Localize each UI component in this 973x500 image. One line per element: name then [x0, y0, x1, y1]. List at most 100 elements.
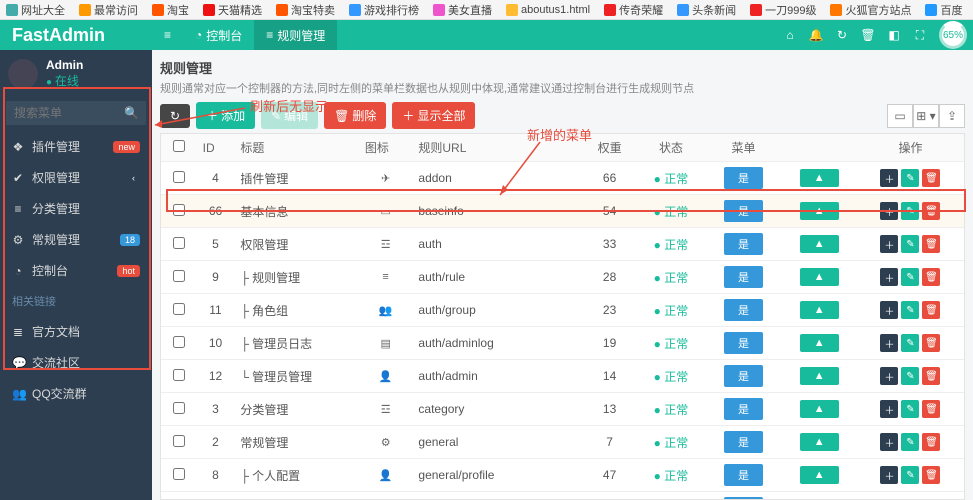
expand-button[interactable]: ＋ [880, 235, 898, 253]
cell-menu[interactable]: 是 [706, 327, 782, 360]
sidebar-item[interactable]: ≡分类管理 [0, 193, 152, 224]
checkbox-all[interactable] [173, 140, 185, 152]
col-header[interactable]: 菜单 [706, 134, 782, 162]
view-card-icon[interactable]: ▭ [887, 104, 913, 128]
cell-menu[interactable]: 是 [706, 492, 782, 500]
bookmark-item[interactable]: 一刀999级 [750, 2, 816, 18]
sidebar-link[interactable]: 👥QQ交流群 [0, 378, 152, 409]
expand-button[interactable]: ＋ [880, 202, 898, 220]
cell-menu[interactable]: 是 [706, 162, 782, 195]
col-header[interactable]: ID [197, 134, 235, 162]
edit-row-button[interactable]: ✎ [901, 367, 919, 385]
cell-menu[interactable]: 是 [706, 459, 782, 492]
edit-row-button[interactable]: ✎ [901, 268, 919, 286]
nav-rules[interactable]: ≡ 规则管理 [254, 20, 337, 50]
sidebar-search[interactable]: 🔍 [6, 101, 146, 125]
cell-menu[interactable]: 是 [706, 195, 782, 228]
add-button[interactable]: ＋ 添加 [196, 102, 255, 129]
sidebar-item[interactable]: ◔控制台hot [0, 255, 152, 286]
bookmark-item[interactable]: 火狐官方站点 [830, 2, 911, 18]
col-header[interactable]: 操作 [857, 134, 964, 162]
delete-row-button[interactable]: 🗑 [922, 433, 940, 451]
edit-row-button[interactable]: ✎ [901, 466, 919, 484]
cell-menu[interactable]: 是 [706, 228, 782, 261]
cell-extra[interactable]: ▲ [781, 492, 857, 500]
expand-icon[interactable]: ⛶ [907, 28, 933, 43]
cell-extra[interactable]: ▲ [781, 426, 857, 459]
row-checkbox[interactable] [173, 468, 185, 480]
col-header[interactable]: 标题 [234, 134, 359, 162]
row-checkbox[interactable] [173, 303, 185, 315]
col-header[interactable]: 图标 [359, 134, 413, 162]
cell-extra[interactable]: ▲ [781, 195, 857, 228]
row-checkbox[interactable] [173, 369, 185, 381]
edit-row-button[interactable]: ✎ [901, 433, 919, 451]
cell-extra[interactable]: ▲ [781, 162, 857, 195]
cell-menu[interactable]: 是 [706, 294, 782, 327]
edit-row-button[interactable]: ✎ [901, 202, 919, 220]
delete-row-button[interactable]: 🗑 [922, 235, 940, 253]
bookmark-item[interactable]: 头条新闻 [677, 2, 736, 18]
user-panel[interactable]: Admin ● 在线 [0, 50, 152, 97]
row-checkbox[interactable] [173, 171, 185, 183]
expand-button[interactable]: ＋ [880, 169, 898, 187]
bell-icon[interactable]: 🔔 [803, 28, 829, 42]
sidebar-item[interactable]: ❖插件管理new [0, 131, 152, 162]
expand-button[interactable]: ＋ [880, 367, 898, 385]
sidebar-link[interactable]: 💬交流社区 [0, 347, 152, 378]
sidebar-item[interactable]: ✔权限管理‹ [0, 162, 152, 193]
cell-extra[interactable]: ▲ [781, 228, 857, 261]
cell-menu[interactable]: 是 [706, 360, 782, 393]
bookmark-item[interactable]: 百度 [925, 2, 962, 18]
cell-menu[interactable]: 是 [706, 393, 782, 426]
delete-row-button[interactable]: 🗑 [922, 268, 940, 286]
brand-logo[interactable]: FastAdmin [0, 25, 152, 46]
bookmark-item[interactable]: 淘宝特卖 [276, 2, 335, 18]
delete-row-button[interactable]: 🗑 [922, 202, 940, 220]
expand-button[interactable]: ＋ [880, 301, 898, 319]
delete-row-button[interactable]: 🗑 [922, 466, 940, 484]
bookmark-item[interactable]: 游戏排行榜 [349, 2, 419, 18]
col-header[interactable]: 状态 [636, 134, 705, 162]
nav-console[interactable]: ◔ 控制台 [183, 20, 254, 50]
edit-row-button[interactable]: ✎ [901, 334, 919, 352]
cell-menu[interactable]: 是 [706, 261, 782, 294]
expand-button[interactable]: ＋ [880, 433, 898, 451]
row-checkbox[interactable] [173, 237, 185, 249]
col-header[interactable] [161, 134, 197, 162]
refresh-button[interactable]: ↻ [160, 104, 190, 128]
col-header[interactable] [781, 134, 857, 162]
bookmark-item[interactable]: 天猫精选 [203, 2, 262, 18]
delete-row-button[interactable]: 🗑 [922, 367, 940, 385]
sidebar-toggle[interactable]: ≡ [152, 20, 183, 50]
delete-row-button[interactable]: 🗑 [922, 334, 940, 352]
expand-button[interactable]: ＋ [880, 466, 898, 484]
bookmark-item[interactable]: 美女直播 [433, 2, 492, 18]
row-checkbox[interactable] [173, 204, 185, 216]
bookmark-item[interactable]: 传奇荣耀 [604, 2, 663, 18]
cell-extra[interactable]: ▲ [781, 360, 857, 393]
bookmark-item[interactable]: 网址大全 [6, 2, 65, 18]
row-checkbox[interactable] [173, 402, 185, 414]
view-export-icon[interactable]: ⇪ [939, 104, 965, 128]
row-checkbox[interactable] [173, 270, 185, 282]
edit-row-button[interactable]: ✎ [901, 301, 919, 319]
row-checkbox[interactable] [173, 435, 185, 447]
delete-row-button[interactable]: 🗑 [922, 400, 940, 418]
refresh-icon[interactable]: ↻ [829, 28, 855, 42]
expand-button[interactable]: ＋ [880, 400, 898, 418]
cell-extra[interactable]: ▲ [781, 327, 857, 360]
cell-extra[interactable]: ▲ [781, 393, 857, 426]
home-icon[interactable]: ⌂ [777, 28, 803, 42]
edit-row-button[interactable]: ✎ [901, 400, 919, 418]
delete-button[interactable]: 🗑 删除 [324, 102, 386, 129]
expand-button[interactable]: ＋ [880, 268, 898, 286]
row-checkbox[interactable] [173, 336, 185, 348]
edit-row-button[interactable]: ✎ [901, 169, 919, 187]
cell-extra[interactable]: ▲ [781, 459, 857, 492]
trash-icon[interactable]: 🗑 [855, 28, 881, 42]
sidebar-item[interactable]: ⚙常规管理18 [0, 224, 152, 255]
wipe-icon[interactable]: ◧ [881, 28, 907, 42]
view-grid-icon[interactable]: ⊞ ▾ [913, 104, 939, 128]
cell-extra[interactable]: ▲ [781, 294, 857, 327]
